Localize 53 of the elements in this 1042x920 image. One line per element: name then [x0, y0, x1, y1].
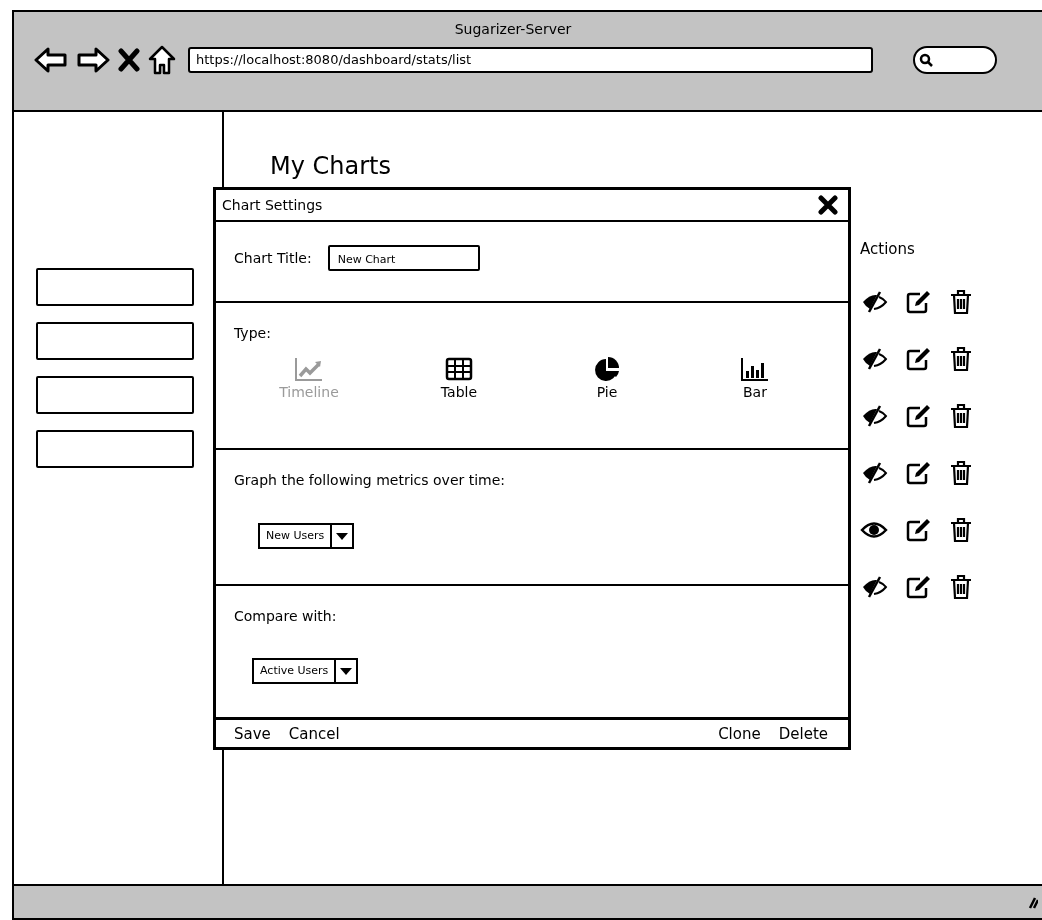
bar-chart-icon: [740, 356, 770, 382]
close-icon[interactable]: [118, 48, 140, 72]
page-heading: My Charts: [270, 152, 391, 180]
chart-type-option[interactable]: Bar: [680, 356, 830, 400]
close-icon[interactable]: [818, 195, 838, 215]
grid-icon: [443, 356, 474, 382]
edit-icon[interactable]: [906, 518, 932, 542]
home-icon[interactable]: [148, 45, 176, 75]
eye-icon[interactable]: [860, 520, 888, 540]
hidden-eye-icon[interactable]: [860, 405, 888, 427]
caret-icon: [340, 668, 353, 675]
sidebar-button[interactable]: [36, 376, 194, 414]
footer-link[interactable]: Cancel: [288, 724, 340, 743]
footer-link[interactable]: Save: [234, 724, 271, 743]
address-field[interactable]: https://localhost:8080/dashboard/stats/list: [188, 47, 873, 73]
section-label: Graph the following metrics over time:: [234, 472, 506, 488]
hidden-eye-icon[interactable]: [860, 348, 888, 370]
edit-icon[interactable]: [906, 290, 932, 314]
trash-icon[interactable]: [950, 403, 972, 429]
field-label: Chart Title:: [234, 249, 312, 266]
caret-icon: [336, 533, 349, 540]
footer-link[interactable]: Delete: [778, 724, 828, 743]
compare-dropdown[interactable]: Active Users: [252, 658, 359, 684]
section-label: Type:: [234, 325, 271, 341]
metric-dropdown[interactable]: New Users: [258, 523, 355, 549]
edit-icon[interactable]: [906, 404, 932, 428]
edit-icon[interactable]: [906, 461, 932, 485]
search-field[interactable]: [913, 46, 997, 74]
trash-icon[interactable]: [950, 460, 972, 486]
hidden-eye-icon[interactable]: [860, 576, 888, 598]
sidebar-button[interactable]: [36, 322, 194, 360]
sidebar-button[interactable]: [36, 430, 194, 468]
chart-title-field[interactable]: New Chart: [327, 244, 480, 271]
chart-type-option[interactable]: Table: [383, 356, 534, 400]
hidden-eye-icon[interactable]: [860, 462, 888, 484]
trash-icon[interactable]: [950, 346, 972, 372]
hidden-eye-icon[interactable]: [860, 291, 888, 313]
forward-arrow-icon[interactable]: [76, 46, 110, 74]
chart-type-option[interactable]: Pie: [533, 356, 680, 400]
trash-icon[interactable]: [950, 517, 972, 543]
window-title: Sugarizer-Server: [453, 20, 573, 37]
section-label: Compare with:: [234, 608, 337, 624]
search-icon: [919, 53, 933, 67]
trash-icon[interactable]: [950, 289, 972, 315]
edit-icon[interactable]: [906, 347, 932, 371]
back-arrow-icon[interactable]: [34, 46, 68, 74]
trash-icon[interactable]: [950, 574, 972, 600]
sidebar-button[interactable]: [36, 268, 194, 306]
column-heading: Actions: [860, 240, 916, 258]
footer-link[interactable]: Clone: [718, 724, 761, 743]
line-chart-icon: [294, 356, 324, 382]
dialog-title: Chart Settings: [222, 197, 323, 213]
edit-icon[interactable]: [906, 575, 932, 599]
